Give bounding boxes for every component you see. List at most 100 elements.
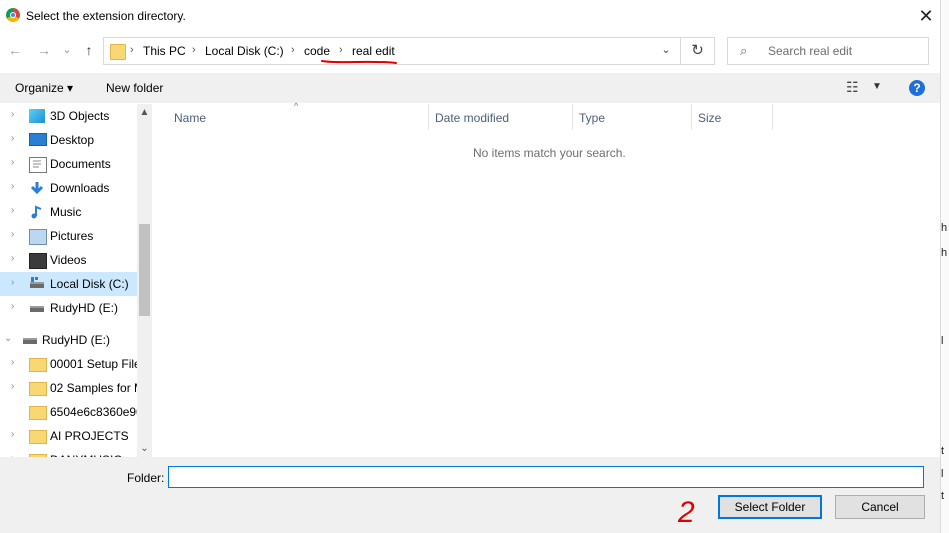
breadcrumb-separator: › xyxy=(339,44,343,56)
breadcrumb-separator: › xyxy=(130,44,134,56)
command-toolbar: Organize ▾ New folder ☷ ▼ xyxy=(0,73,940,103)
chevron-right-icon[interactable]: › xyxy=(11,301,14,312)
cube-icon xyxy=(29,109,45,123)
videos-icon xyxy=(29,253,47,269)
chevron-right-icon[interactable]: › xyxy=(11,429,14,440)
drive-icon xyxy=(22,333,38,347)
background-text: t xyxy=(941,445,945,457)
search-box[interactable]: ⌕ Search real edit xyxy=(727,37,929,65)
nav-tree-label: RudyHD (E:) xyxy=(50,301,119,315)
nav-tree-item[interactable]: › Pictures xyxy=(0,224,137,248)
chevron-right-icon[interactable]: › xyxy=(11,157,14,168)
nav-tree-label: Videos xyxy=(50,253,87,267)
scroll-down-icon[interactable]: ⌄ xyxy=(137,440,152,458)
breadcrumb-separator: › xyxy=(291,44,295,56)
breadcrumb-real-edit[interactable]: real edit xyxy=(352,44,395,58)
organize-button[interactable]: Organize ▾ xyxy=(15,81,73,95)
breadcrumb-local-disk[interactable]: Local Disk (C:) xyxy=(205,44,284,58)
nav-tree-item[interactable]: › RudyHD (E:) xyxy=(0,296,137,320)
background-text: l xyxy=(941,468,944,480)
chevron-right-icon[interactable]: › xyxy=(11,253,14,264)
documents-icon xyxy=(29,157,47,173)
column-label: Name xyxy=(174,111,207,125)
recent-locations-chevron-icon[interactable]: ⌄ xyxy=(60,40,74,60)
nav-scrollbar-thumb[interactable] xyxy=(139,224,150,316)
scroll-up-icon[interactable]: ▲ xyxy=(137,104,152,122)
search-icon: ⌕ xyxy=(740,43,748,58)
breadcrumb-this-pc[interactable]: This PC xyxy=(143,44,186,58)
nav-tree-item[interactable]: ›DANYMUSIC xyxy=(0,448,137,457)
nav-tree-label: 6504e6c8360e909 xyxy=(50,405,137,419)
chevron-right-icon[interactable]: › xyxy=(11,109,14,120)
empty-message: No items match your search. xyxy=(473,146,626,160)
title-bar: Select the extension directory. ✕ xyxy=(0,0,940,32)
background-text: h xyxy=(941,222,948,234)
dialog-footer: Folder: Select Folder Cancel xyxy=(0,457,940,533)
folder-icon xyxy=(29,358,47,372)
pictures-icon xyxy=(29,229,47,245)
chevron-down-icon[interactable]: ⌄ xyxy=(4,333,12,344)
nav-tree-item[interactable]: › Downloads xyxy=(0,176,137,200)
nav-tree-item[interactable]: › Videos xyxy=(0,248,137,272)
breadcrumb-code[interactable]: code xyxy=(304,44,330,58)
background-window: h h l t l t xyxy=(940,0,949,533)
select-folder-button[interactable]: Select Folder xyxy=(718,495,822,519)
drive-icon xyxy=(29,301,45,315)
nav-tree-label: 02 Samples for M xyxy=(50,381,137,395)
folder-label: Folder: xyxy=(127,471,165,485)
chevron-right-icon[interactable]: › xyxy=(11,133,14,144)
folder-icon xyxy=(29,430,47,444)
nav-tree-item[interactable]: › Music xyxy=(0,200,137,224)
background-text: t xyxy=(941,490,945,502)
nav-tree-item[interactable]: › Desktop xyxy=(0,128,137,152)
chevron-right-icon[interactable]: › xyxy=(11,205,14,216)
address-bar[interactable]: › This PC › Local Disk (C:) › code › rea… xyxy=(103,37,681,65)
nav-tree-label: 00001 Setup Files xyxy=(50,357,137,371)
nav-tree-label: Downloads xyxy=(50,181,110,195)
nav-tree-label: Local Disk (C:) xyxy=(50,277,129,291)
cancel-button[interactable]: Cancel xyxy=(835,495,925,519)
close-button[interactable]: ✕ xyxy=(912,4,940,28)
chevron-right-icon[interactable]: › xyxy=(11,229,14,240)
nav-tree-label: Documents xyxy=(50,157,111,171)
folder-icon xyxy=(110,44,126,60)
refresh-button[interactable]: ↻ xyxy=(681,37,715,65)
download-icon xyxy=(29,181,45,195)
nav-tree-item[interactable]: › Documents xyxy=(0,152,137,176)
desktop-icon xyxy=(29,133,47,146)
address-dropdown-chevron-icon[interactable]: ⌄ xyxy=(657,43,675,56)
search-input[interactable]: Search real edit xyxy=(768,44,852,58)
nav-tree-item[interactable]: › AI PROJECTS xyxy=(0,424,137,448)
new-folder-button[interactable]: New folder xyxy=(106,81,163,95)
help-icon[interactable]: ? xyxy=(909,80,925,96)
view-options-icon[interactable]: ☷ xyxy=(846,79,859,96)
chevron-right-icon[interactable]: › xyxy=(11,181,14,192)
column-label: Date modified xyxy=(435,111,510,125)
folder-input[interactable] xyxy=(168,466,924,488)
column-header-date-modified[interactable]: Date modified xyxy=(429,104,573,130)
up-button[interactable]: ↑ xyxy=(80,40,98,60)
chevron-right-icon[interactable]: › xyxy=(11,277,14,288)
column-header-name[interactable]: Name xyxy=(152,104,429,130)
file-list[interactable]: Name ^ Date modified Type Size No items … xyxy=(152,101,940,457)
nav-tree-label: AI PROJECTS xyxy=(50,429,129,443)
nav-tree-item[interactable]: › 02 Samples for M xyxy=(0,376,137,400)
background-text: h xyxy=(941,247,948,259)
nav-tree-item[interactable]: ⌄ RudyHD (E:) xyxy=(0,328,137,352)
nav-tree-label: RudyHD (E:) xyxy=(42,333,111,347)
nav-tree-label: Pictures xyxy=(50,229,94,243)
back-button[interactable]: ← xyxy=(6,40,24,60)
column-header-type[interactable]: Type xyxy=(573,104,692,130)
folder-icon xyxy=(29,406,47,420)
nav-tree-item[interactable]: › 00001 Setup Files xyxy=(0,352,137,376)
chevron-right-icon[interactable]: › xyxy=(11,381,14,392)
view-dropdown-icon[interactable]: ▼ xyxy=(872,81,882,92)
forward-button[interactable]: → xyxy=(35,40,53,60)
chevron-right-icon[interactable]: › xyxy=(11,357,14,368)
drive-icon xyxy=(29,277,45,291)
nav-tree-item[interactable]: › Local Disk (C:) xyxy=(0,272,137,296)
column-header-size[interactable]: Size xyxy=(692,104,773,130)
nav-tree-item[interactable]: 6504e6c8360e909 xyxy=(0,400,137,424)
navigation-pane: › 3D Objects › Desktop › Documents › Downloads ›… xyxy=(0,104,137,457)
nav-tree-item[interactable]: › 3D Objects xyxy=(0,104,137,128)
